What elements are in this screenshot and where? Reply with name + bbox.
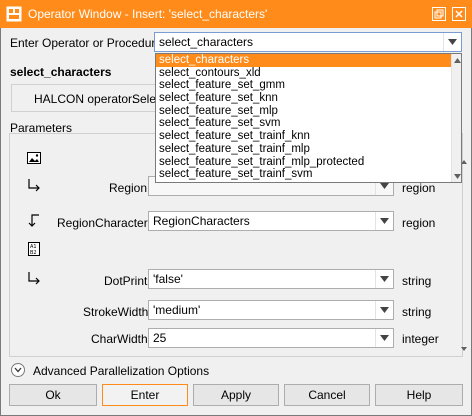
cancel-button[interactable]: Cancel bbox=[284, 384, 370, 406]
dropdown-item[interactable]: select_feature_set_mlp bbox=[156, 105, 461, 118]
image-icon bbox=[27, 151, 41, 165]
param-type-regioncharacters: region bbox=[402, 216, 436, 230]
info-label: HALCON operator: bbox=[34, 92, 136, 106]
dropdown-item[interactable]: select_feature_set_trainf_mlp_protected bbox=[156, 156, 461, 169]
close-icon bbox=[455, 10, 463, 18]
advanced-label[interactable]: Advanced Parallelization Options bbox=[33, 364, 209, 378]
help-button[interactable]: Help bbox=[375, 384, 463, 406]
float-button[interactable] bbox=[432, 7, 446, 21]
dropdown-item[interactable]: select_contours_xld bbox=[156, 67, 461, 80]
app-icon bbox=[6, 6, 22, 22]
input-arrow-icon bbox=[27, 271, 41, 285]
chevron-down-icon[interactable] bbox=[443, 33, 461, 51]
operator-dropdown-list[interactable]: select_characters select_contours_xld se… bbox=[155, 53, 462, 183]
title-bar: Operator Window - Insert: 'select_charac… bbox=[0, 0, 472, 28]
operator-combo[interactable]: select_characters bbox=[154, 32, 462, 52]
param-label-strokewidth: StrokeWidth bbox=[83, 305, 149, 319]
param-label-dotprint: DotPrint bbox=[104, 274, 148, 288]
apply-button[interactable]: Apply bbox=[193, 384, 279, 406]
operator-label: Enter Operator or Procedure bbox=[10, 36, 163, 50]
output-arrow-icon bbox=[27, 214, 41, 228]
param-value-charwidth: 25 bbox=[153, 331, 167, 345]
dropdown-item[interactable]: select_feature_set_trainf_svm bbox=[156, 168, 461, 181]
operator-name-heading: select_characters bbox=[10, 65, 112, 79]
param-type-strokewidth: string bbox=[402, 305, 432, 319]
dropdown-item[interactable]: select_feature_set_knn bbox=[156, 92, 461, 105]
window-title: Operator Window - Insert: 'select_charac… bbox=[28, 7, 268, 21]
dropdown-item[interactable]: select_feature_set_trainf_mlp bbox=[156, 143, 461, 156]
param-label-charwidth: CharWidth bbox=[91, 332, 148, 346]
dropdown-item[interactable]: select_feature_set_trainf_knn bbox=[156, 130, 461, 143]
input-arrow-icon bbox=[27, 178, 41, 192]
scroll-down-icon[interactable] bbox=[453, 172, 461, 180]
param-type-region: region bbox=[402, 181, 436, 195]
param-value-strokewidth: 'medium' bbox=[153, 303, 201, 317]
param-value-dotprint: 'false' bbox=[153, 272, 183, 286]
float-icon bbox=[434, 9, 444, 19]
param-label-regioncharacters: RegionCharacters bbox=[57, 216, 154, 230]
operator-combo-value: select_characters bbox=[159, 35, 254, 49]
ok-button[interactable]: Ok bbox=[9, 384, 97, 406]
chevron-down-icon[interactable] bbox=[375, 212, 393, 230]
dropdown-item[interactable]: select_characters bbox=[156, 54, 461, 67]
chevron-down-icon[interactable] bbox=[375, 329, 393, 347]
control-params-icon: A1 B2 bbox=[27, 242, 41, 256]
param-combo-dotprint[interactable]: 'false' bbox=[148, 269, 394, 289]
chevron-down-icon bbox=[14, 367, 22, 373]
dropdown-item[interactable]: select_feature_set_svm bbox=[156, 117, 461, 130]
param-type-charwidth: integer bbox=[402, 332, 439, 346]
close-button[interactable] bbox=[452, 7, 466, 21]
dropdown-scrollbar[interactable] bbox=[451, 54, 461, 182]
param-label-region: Region bbox=[109, 181, 148, 195]
operator-window-body: Enter Operator or Procedure select_chara… bbox=[0, 28, 472, 416]
param-combo-regioncharacters[interactable]: RegionCharacters bbox=[148, 211, 394, 231]
param-type-dotprint: string bbox=[402, 274, 432, 288]
param-combo-charwidth[interactable]: 25 bbox=[148, 328, 394, 348]
parameters-scrollbar[interactable] bbox=[460, 158, 468, 353]
param-value-regioncharacters: RegionCharacters bbox=[153, 214, 250, 228]
dropdown-item[interactable]: select_feature_set_gmm bbox=[156, 79, 461, 92]
svg-text:B2: B2 bbox=[30, 250, 37, 256]
enter-button[interactable]: Enter bbox=[102, 384, 188, 406]
chevron-down-icon[interactable] bbox=[375, 301, 393, 319]
advanced-expand-button[interactable] bbox=[11, 363, 25, 377]
chevron-down-icon[interactable] bbox=[375, 270, 393, 288]
param-combo-strokewidth[interactable]: 'medium' bbox=[148, 300, 394, 320]
scroll-up-icon[interactable] bbox=[453, 56, 461, 64]
